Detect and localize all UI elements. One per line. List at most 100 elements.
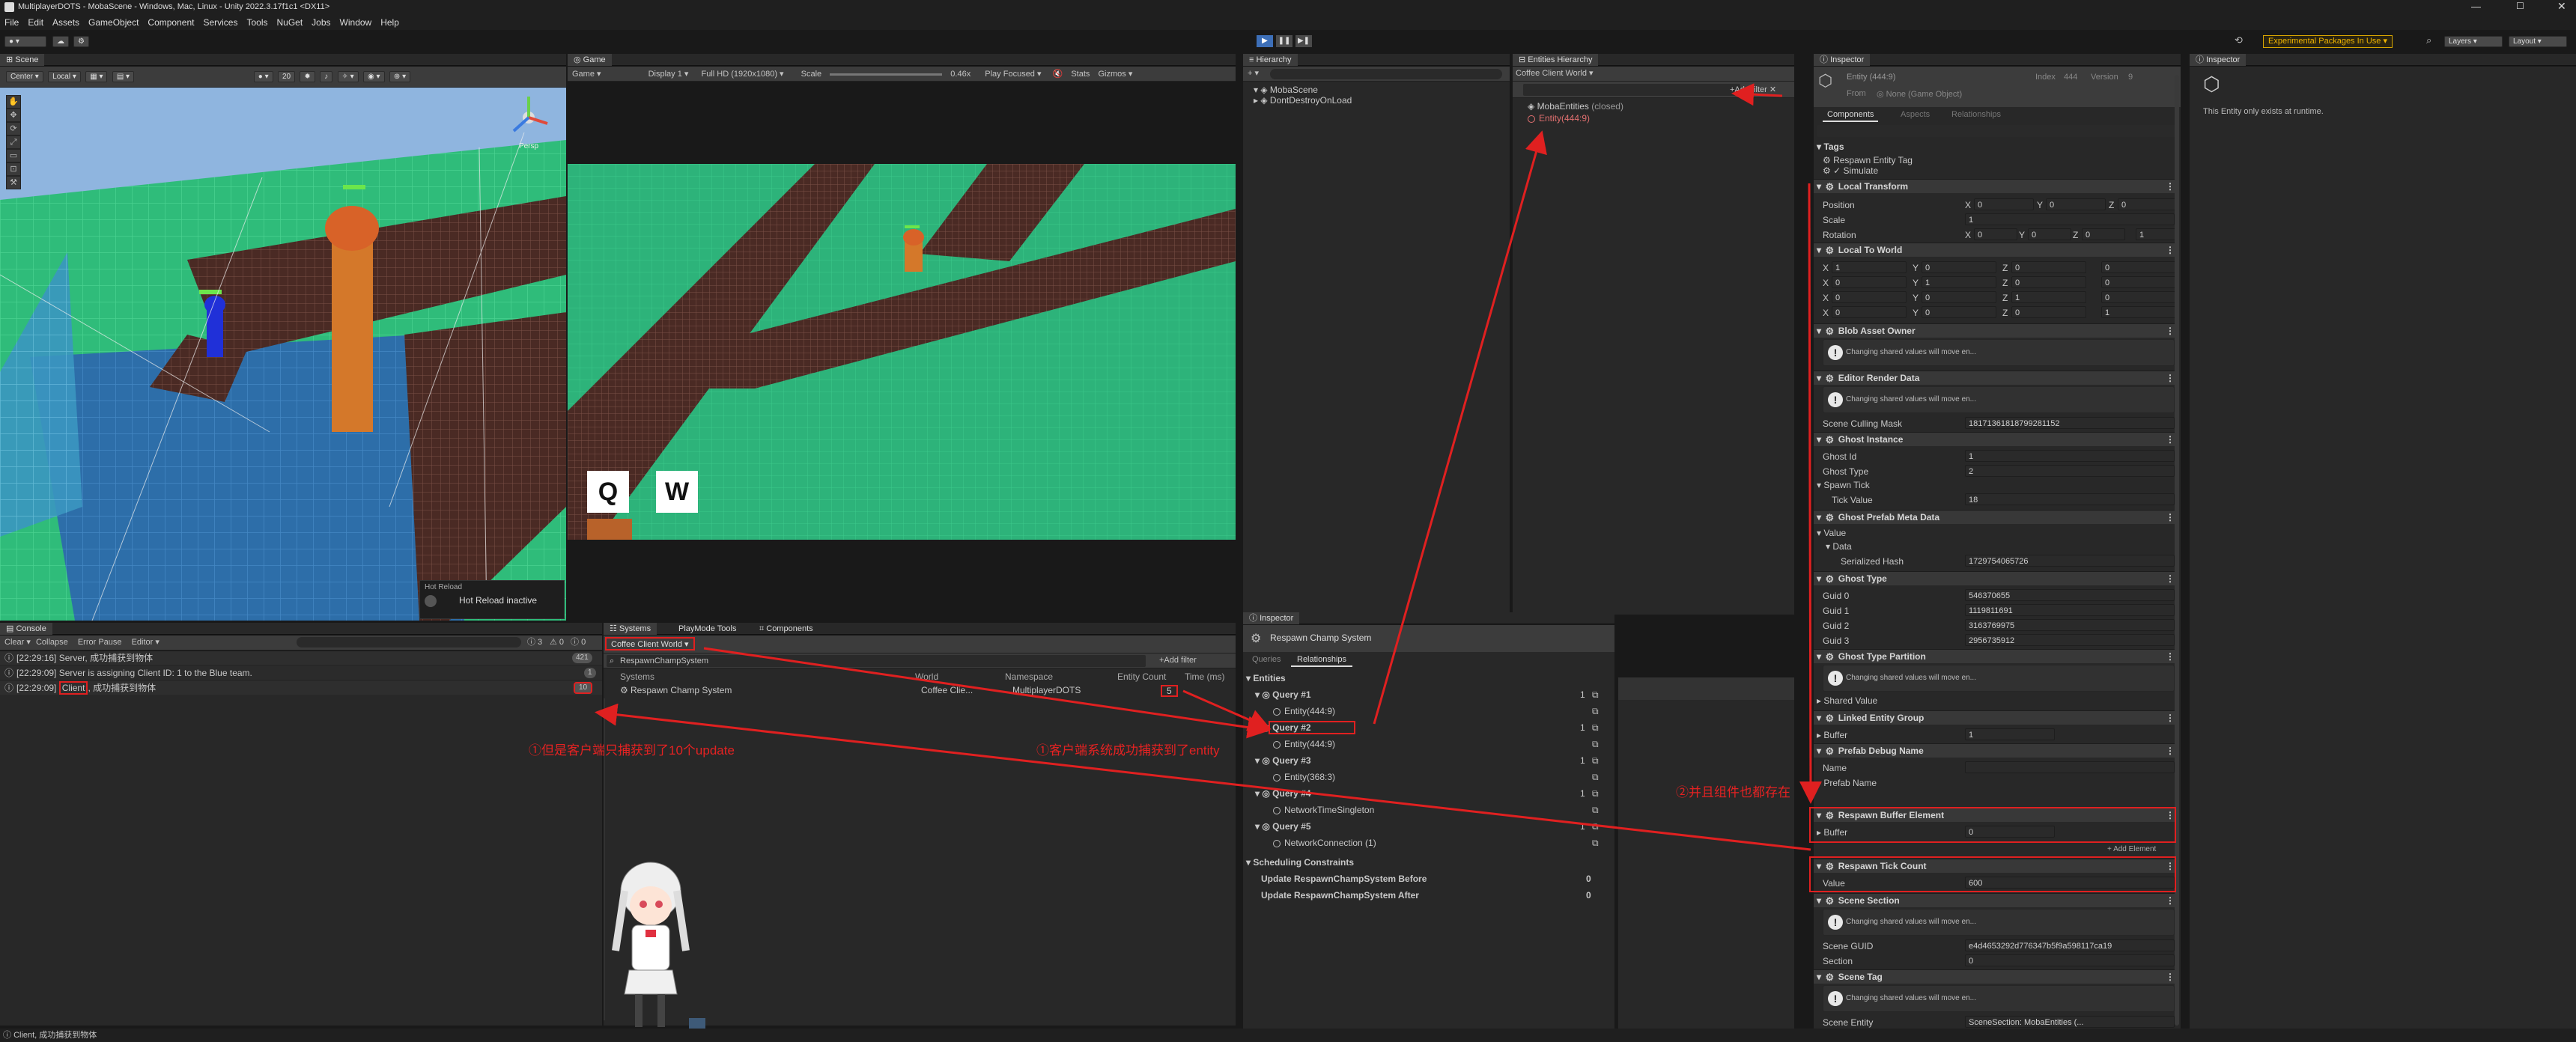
menu-assets[interactable]: Assets xyxy=(52,17,79,28)
matrix-cell-field[interactable]: 1 xyxy=(2101,306,2176,318)
maximize-button[interactable]: ☐ xyxy=(2516,1,2524,11)
query-row[interactable]: ▾ ◎ Query #5 1 ⧉ xyxy=(1255,820,1607,833)
pause-button[interactable]: ❚❚ xyxy=(1276,35,1292,47)
menu-help[interactable]: Help xyxy=(380,17,399,28)
rotate-tool-icon[interactable]: ⟳ xyxy=(6,122,21,135)
query-entity-item[interactable]: NetworkTimeSingleton ⧉ xyxy=(1273,803,1607,817)
hierarchy-item[interactable]: ▸ ◈ DontDestroyOnLoad xyxy=(1254,94,1352,107)
tab-queries[interactable]: Queries xyxy=(1252,655,1281,664)
console-entry[interactable]: ⓘ [22:29:09] Server is assigning Client I… xyxy=(0,666,602,680)
menu-edit[interactable]: Edit xyxy=(28,17,43,28)
menu-window[interactable]: Window xyxy=(340,17,372,28)
grid-snap-button[interactable]: ▦ ▾ xyxy=(85,71,108,83)
experimental-packages-badge[interactable]: Experimental Packages In Use ▾ xyxy=(2263,35,2393,48)
matrix-cell-field[interactable]: 0 xyxy=(2101,261,2176,273)
query-row[interactable]: ▾ ◎ Query #4 1 ⧉ xyxy=(1255,787,1607,800)
open-query-icon[interactable]: ⧉ xyxy=(1592,820,1599,833)
tab-components-inspector[interactable]: Components xyxy=(1823,109,1879,122)
scene-culling-field[interactable]: 18171361818799281152 xyxy=(1965,417,2175,429)
scale-slider[interactable] xyxy=(830,73,943,76)
rotation-z-field[interactable]: 0 xyxy=(2082,228,2125,240)
tab-relationships[interactable]: Relationships xyxy=(1291,653,1353,667)
matrix-cell-field[interactable]: 0 xyxy=(2101,276,2176,288)
entities-world-dropdown[interactable]: Coffee Client World ▾ xyxy=(1516,68,1594,78)
component-menu-icon[interactable]: ⋮ xyxy=(2166,572,2175,586)
col-time[interactable]: Time (ms) xyxy=(1185,670,1225,683)
matrix-cell-field[interactable]: 1 xyxy=(1922,276,1996,288)
open-query-icon[interactable]: ⧉ xyxy=(1592,688,1599,701)
open-entity-icon[interactable]: ⧉ xyxy=(1592,704,1599,718)
close-button[interactable]: ✕ xyxy=(2557,0,2566,13)
blob-asset-owner-header[interactable]: ▾ ⚙ Blob Asset Owner ⋮ xyxy=(1814,323,2178,338)
prefab-name-foldout[interactable]: ▸ Prefab Name xyxy=(1817,778,1877,788)
effects-toggle[interactable]: ✧ ▾ xyxy=(337,71,359,83)
lighting-toggle[interactable]: ✹ xyxy=(300,71,315,83)
guid-field[interactable]: 1119811691 xyxy=(1965,604,2175,616)
guid-field[interactable]: 546370655 xyxy=(1965,589,2175,601)
rect-tool-icon[interactable]: ▭ xyxy=(6,149,21,162)
guid-field[interactable]: 3163769975 xyxy=(1965,619,2175,631)
open-entity-icon[interactable]: ⧉ xyxy=(1592,770,1599,784)
matrix-cell-field[interactable]: 0 xyxy=(1832,291,1907,303)
console-editor-dropdown[interactable]: Editor ▾ xyxy=(132,638,160,647)
systems-search-input[interactable]: ⌕ RespawnChampSystem xyxy=(607,655,1146,667)
tags-header[interactable]: ▾ Tags xyxy=(1814,140,2178,154)
console-error-count[interactable]: ⓘ 0 xyxy=(571,636,586,649)
component-menu-icon[interactable]: ⋮ xyxy=(2166,371,2175,386)
scale-tool-icon[interactable]: ⤢ xyxy=(6,135,21,149)
audio-toggle[interactable]: ♪ xyxy=(320,71,333,83)
rotation-y-field[interactable]: 0 xyxy=(2028,228,2071,240)
transform-tool-icon[interactable]: ⊡ xyxy=(6,162,21,176)
local-to-world-header[interactable]: ▾ ⚙ Local To World ⋮ xyxy=(1814,243,2178,257)
scale-field[interactable]: 1 xyxy=(1965,213,2175,225)
collab-icon[interactable]: ⚙ xyxy=(73,36,89,47)
ghost-type-header[interactable]: ▾ ⚙ Ghost Type ⋮ xyxy=(1814,571,2178,585)
ghost-type-partition-header[interactable]: ▾ ⚙ Ghost Type Partition ⋮ xyxy=(1814,649,2178,663)
data-foldout[interactable]: ▾ Data xyxy=(1826,541,1852,552)
matrix-cell-field[interactable]: 1 xyxy=(2011,291,2086,303)
position-x-field[interactable]: 0 xyxy=(1974,198,2034,210)
pivot-local-dropdown[interactable]: Local ▾ xyxy=(48,71,81,83)
value-foldout[interactable]: ▾ Value xyxy=(1817,528,1846,538)
hidden-objects-toggle[interactable]: ◉ ▾ xyxy=(363,71,385,83)
systems-add-filter-button[interactable]: +Add filter xyxy=(1159,656,1197,665)
matrix-cell-field[interactable]: 0 xyxy=(1922,306,1996,318)
ghost-instance-header[interactable]: ▾ ⚙ Ghost Instance ⋮ xyxy=(1814,432,2178,446)
system-row[interactable]: ⚙ Respawn Champ System Coffee Clie... Mu… xyxy=(604,683,1236,697)
matrix-cell-field[interactable]: 0 xyxy=(1832,306,1907,318)
menu-tools[interactable]: Tools xyxy=(246,17,267,28)
query-row[interactable]: ▾ ◎ Query #3 1 ⧉ xyxy=(1255,754,1607,767)
tab-inspector[interactable]: ⓘ Inspector xyxy=(1814,54,1871,66)
step-button[interactable]: ▶❚ xyxy=(1295,35,1312,47)
open-query-icon[interactable]: ⧉ xyxy=(1592,721,1599,734)
menu-nuget[interactable]: NuGet xyxy=(276,17,303,28)
scene-viewport[interactable]: Persp ✋ ✥ ⟳ ⤢ ▭ ⊡ ⚒ Hot Reload Hot Reloa… xyxy=(0,88,566,621)
open-query-icon[interactable]: ⧉ xyxy=(1592,787,1599,800)
prefab-debug-name-header[interactable]: ▾ ⚙ Prefab Debug Name ⋮ xyxy=(1814,743,2178,758)
draw-mode-button[interactable]: ● ▾ xyxy=(253,71,273,83)
shared-value-foldout[interactable]: ▸ Shared Value xyxy=(1817,695,1877,706)
tab-game[interactable]: ◎ Game xyxy=(568,54,612,66)
tab-system-inspector[interactable]: ⓘ Inspector xyxy=(1243,612,1300,624)
tick-value-field[interactable]: 18 xyxy=(1965,493,2175,505)
component-menu-icon[interactable]: ⋮ xyxy=(2166,511,2175,525)
play-button[interactable]: ▶ xyxy=(1257,35,1273,47)
add-element-button[interactable]: + Add Element xyxy=(2107,845,2156,853)
hierarchy-search-input[interactable] xyxy=(1270,69,1502,79)
component-menu-icon[interactable]: ⋮ xyxy=(2166,650,2175,664)
scene-section-header[interactable]: ▾ ⚙ Scene Section ⋮ xyxy=(1814,893,2178,907)
matrix-cell-field[interactable]: 0 xyxy=(1832,276,1907,288)
ghost-prefab-meta-header[interactable]: ▾ ⚙ Ghost Prefab Meta Data ⋮ xyxy=(1814,510,2178,524)
component-menu-icon[interactable]: ⋮ xyxy=(2166,433,2175,447)
console-warn-count[interactable]: ⚠ 0 xyxy=(550,636,564,649)
tab-hierarchy[interactable]: ≡ Hierarchy xyxy=(1243,54,1298,66)
query-entity-item[interactable]: NetworkConnection (1) ⧉ xyxy=(1273,836,1607,850)
matrix-cell-field[interactable]: 0 xyxy=(2011,306,2086,318)
open-entity-icon[interactable]: ⧉ xyxy=(1592,803,1599,817)
component-menu-icon[interactable]: ⋮ xyxy=(2166,243,2175,258)
matrix-cell-field[interactable]: 0 xyxy=(2011,276,2086,288)
game-mode-dropdown[interactable]: Game ▾ xyxy=(572,70,601,79)
console-error-pause-button[interactable]: Error Pause xyxy=(78,638,122,647)
spawn-tick-foldout[interactable]: ▾ Spawn Tick xyxy=(1817,480,1870,490)
tab-entities-hierarchy[interactable]: ⊟ Entities Hierarchy xyxy=(1513,54,1599,66)
